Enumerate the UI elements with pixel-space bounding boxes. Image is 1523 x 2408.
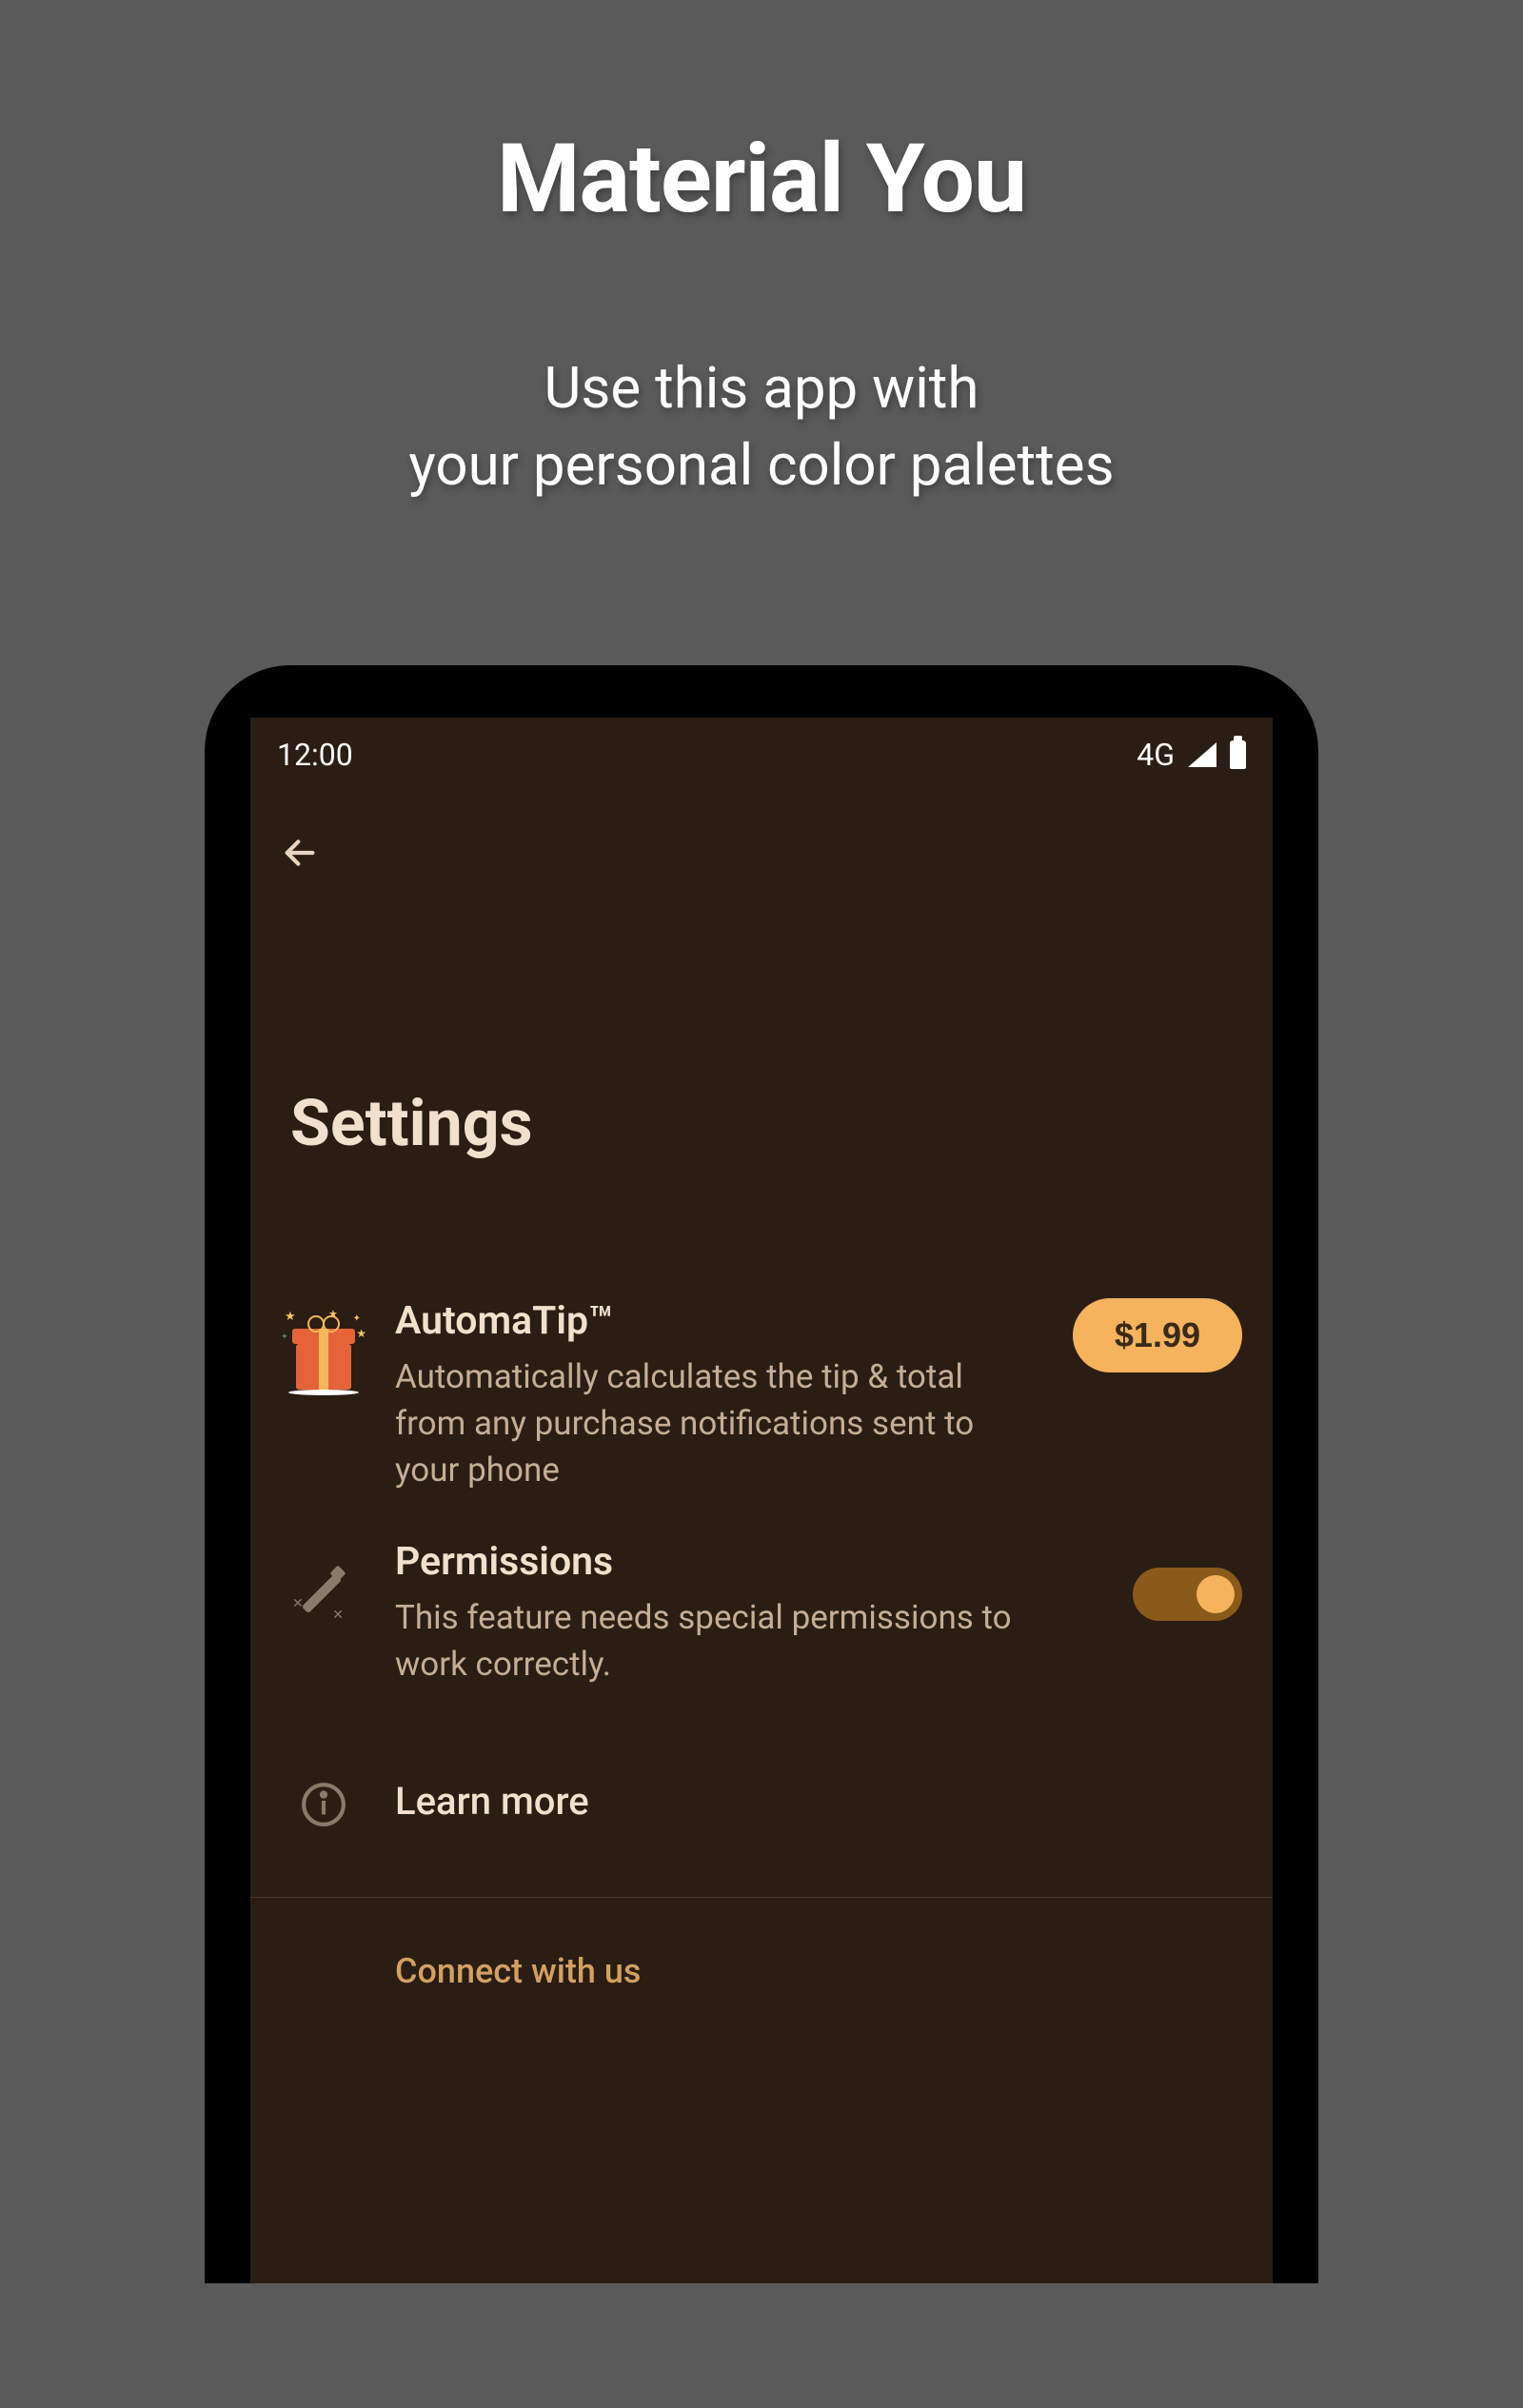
phone-screen: 12:00 4G Settings ★ ✦ ✦ ★ <box>250 718 1273 2283</box>
back-button[interactable] <box>250 786 1273 895</box>
toggle-knob <box>1197 1575 1235 1613</box>
battery-icon <box>1230 740 1246 769</box>
promo-subtitle-line1: Use this app with <box>544 354 979 422</box>
arrow-left-icon <box>281 834 319 872</box>
automatip-title: AutomaTip™ <box>395 1298 1025 1344</box>
status-bar: 12:00 4G <box>250 718 1273 786</box>
connect-section: Connect with us <box>269 1898 1254 1991</box>
promo-subtitle: Use this app with your personal color pa… <box>0 349 1523 503</box>
setting-item-permissions[interactable]: ✕ ✕ Permissions This feature needs speci… <box>269 1516 1254 1710</box>
connect-title: Connect with us <box>281 1951 1242 1991</box>
learn-more-label: Learn more <box>395 1779 589 1824</box>
automatip-price-button[interactable]: $1.99 <box>1073 1298 1242 1372</box>
phone-frame: 12:00 4G Settings ★ ✦ ✦ ★ <box>205 665 1318 2283</box>
status-right: 4G <box>1137 737 1246 773</box>
setting-content: AutomaTip™ Automatically calculates the … <box>395 1298 1025 1493</box>
permissions-toggle[interactable] <box>1133 1568 1242 1621</box>
setting-item-automatip[interactable]: ★ ✦ ✦ ★ ★ AutomaTip™ Automatically cal <box>269 1275 1254 1516</box>
info-icon <box>281 1762 366 1847</box>
status-time: 12:00 <box>277 737 353 773</box>
permissions-title: Permissions <box>395 1539 1085 1585</box>
permissions-description: This feature needs special permissions t… <box>395 1594 1085 1688</box>
promo-title: Material You <box>0 124 1523 235</box>
gift-icon: ★ ✦ ✦ ★ ★ <box>281 1306 366 1392</box>
settings-list: ★ ✦ ✦ ★ ★ AutomaTip™ Automatically cal <box>250 1237 1273 1991</box>
learn-more-button[interactable]: Learn more <box>269 1710 1254 1897</box>
wand-icon: ✕ ✕ <box>281 1547 366 1632</box>
setting-content: Permissions This feature needs special p… <box>395 1539 1085 1688</box>
page-title: Settings <box>250 895 1273 1237</box>
automatip-description: Automatically calculates the tip & total… <box>395 1353 1025 1493</box>
promo-subtitle-line2: your personal color palettes <box>408 431 1114 499</box>
signal-icon <box>1188 742 1216 767</box>
status-network: 4G <box>1137 737 1175 773</box>
